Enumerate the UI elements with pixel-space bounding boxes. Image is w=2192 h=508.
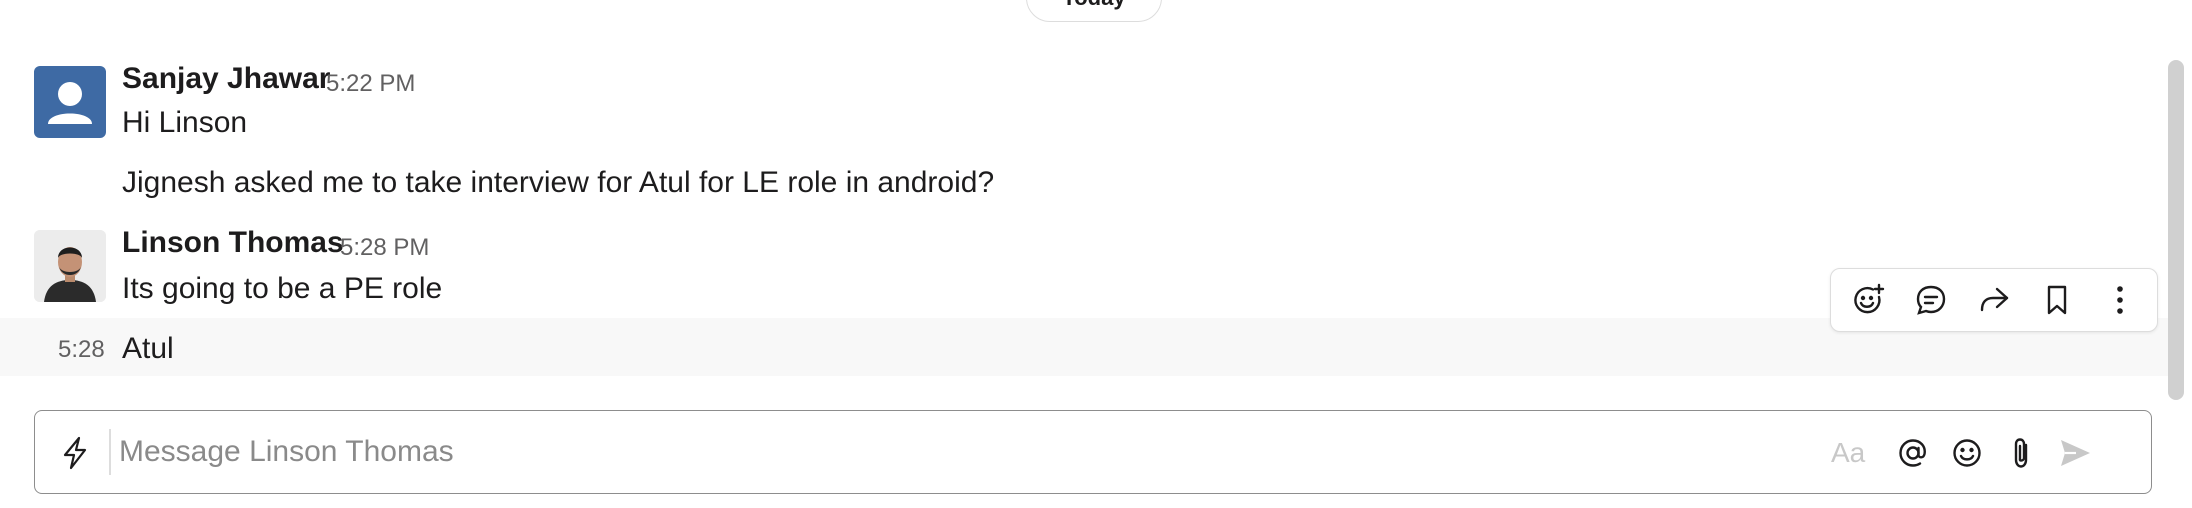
text-format-toggle[interactable]: Aa: [1831, 437, 1865, 469]
attach-paperclip-icon[interactable]: [2001, 433, 2041, 473]
more-actions-icon[interactable]: [2096, 276, 2144, 324]
message-text: Jignesh asked me to take interview for A…: [122, 166, 995, 199]
message-actions-toolbar: [1830, 268, 2158, 332]
composer-divider: [109, 429, 111, 475]
message-text: Hi Linson: [122, 106, 248, 139]
shortcuts-bolt-icon[interactable]: [55, 433, 95, 473]
day-divider-pill[interactable]: Today: [1026, 0, 1162, 22]
message-text: Its going to be a PE role: [122, 272, 443, 305]
message-author[interactable]: Sanjay Jhawar: [122, 62, 330, 96]
bookmark-icon[interactable]: [2033, 276, 2081, 324]
emoji-icon[interactable]: [1947, 433, 1987, 473]
reply-in-thread-icon[interactable]: [1907, 276, 1955, 324]
avatar-linson[interactable]: [34, 230, 106, 302]
message-timestamp[interactable]: 5:22 PM: [326, 70, 415, 98]
message-hover-timestamp[interactable]: 5:28: [58, 336, 105, 364]
forward-icon[interactable]: [1970, 276, 2018, 324]
message-timestamp[interactable]: 5:28 PM: [340, 234, 429, 262]
mention-icon[interactable]: [1893, 433, 1933, 473]
scrollbar-thumb[interactable]: [2168, 60, 2184, 400]
message-input[interactable]: [119, 427, 1819, 477]
avatar-sanjay[interactable]: [34, 66, 106, 138]
message-composer: Aa: [34, 410, 2152, 494]
send-icon[interactable]: [2055, 433, 2095, 473]
message-text: Atul: [122, 332, 174, 365]
add-reaction-icon[interactable]: [1844, 276, 1892, 324]
message-author[interactable]: Linson Thomas: [122, 226, 344, 260]
